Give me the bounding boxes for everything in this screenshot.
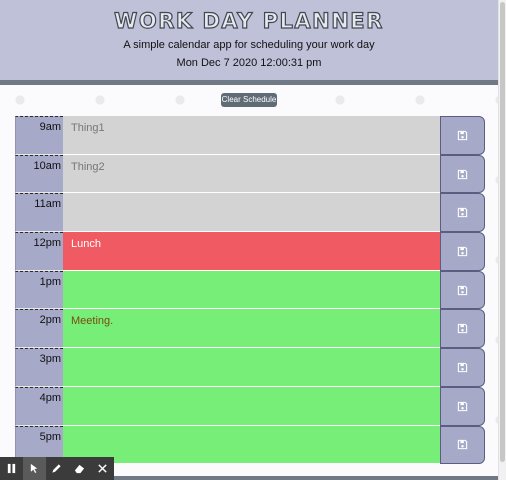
header-divider bbox=[0, 80, 498, 85]
save-button[interactable] bbox=[440, 386, 485, 426]
hour-label: 4pm bbox=[15, 386, 63, 426]
time-block: 10am Thing2 bbox=[15, 154, 485, 194]
hour-label: 11am bbox=[15, 193, 63, 233]
save-icon bbox=[457, 285, 468, 295]
time-block: 11am bbox=[15, 193, 485, 233]
time-block: 3pm bbox=[15, 348, 485, 387]
save-button[interactable] bbox=[440, 270, 485, 310]
eraser-icon bbox=[75, 464, 85, 474]
time-block: 12pm Lunch bbox=[15, 232, 485, 271]
description-input[interactable] bbox=[63, 348, 440, 387]
page-subtitle: A simple calendar app for scheduling you… bbox=[123, 39, 375, 51]
save-icon bbox=[457, 169, 468, 179]
save-icon bbox=[457, 401, 468, 411]
pen-tool-button[interactable] bbox=[46, 457, 69, 480]
pointer-tool-button[interactable] bbox=[22, 457, 46, 480]
save-icon bbox=[457, 246, 468, 257]
footer-bar bbox=[114, 476, 498, 480]
close-icon bbox=[98, 464, 107, 473]
description-input[interactable] bbox=[63, 425, 440, 465]
save-button[interactable] bbox=[440, 425, 485, 465]
save-button[interactable] bbox=[440, 309, 485, 349]
description-input[interactable] bbox=[63, 270, 440, 310]
save-icon bbox=[457, 130, 468, 141]
header: WORK DAY PLANNER A simple calendar app f… bbox=[0, 0, 498, 80]
save-button[interactable] bbox=[440, 154, 485, 194]
save-button[interactable] bbox=[440, 348, 485, 387]
description-input[interactable]: Thing2 bbox=[63, 154, 440, 194]
eraser-tool-button[interactable] bbox=[68, 457, 91, 480]
save-button[interactable] bbox=[440, 193, 485, 233]
description-input[interactable]: Meeting. bbox=[63, 309, 440, 349]
scrollbar-thumb[interactable] bbox=[500, 2, 505, 462]
description-input[interactable] bbox=[63, 386, 440, 426]
current-day: Mon Dec 7 2020 12:00:31 pm bbox=[176, 57, 322, 69]
scrollbar[interactable] bbox=[498, 0, 506, 480]
pause-icon bbox=[7, 463, 16, 474]
save-icon bbox=[457, 324, 468, 334]
hour-label: 12pm bbox=[15, 232, 63, 271]
schedule: 9am Thing1 10am Thing2 11am 12pm Lunch 1… bbox=[15, 116, 485, 465]
close-toolbar-button[interactable] bbox=[91, 457, 114, 480]
save-icon bbox=[457, 208, 468, 218]
hour-label: 2pm bbox=[15, 309, 63, 349]
save-button[interactable] bbox=[440, 232, 485, 271]
save-button[interactable] bbox=[440, 116, 485, 155]
clear-schedule-button[interactable]: Clear Schedule bbox=[221, 93, 277, 107]
time-block: 4pm bbox=[15, 386, 485, 426]
hour-label: 10am bbox=[15, 154, 63, 194]
hour-label: 3pm bbox=[15, 348, 63, 387]
time-block: 2pm Meeting. bbox=[15, 309, 485, 349]
save-icon bbox=[457, 362, 468, 373]
save-icon bbox=[457, 440, 468, 450]
pause-button[interactable] bbox=[0, 457, 23, 480]
hour-label: 9am bbox=[15, 116, 63, 155]
pen-icon bbox=[52, 464, 62, 473]
pointer-icon bbox=[30, 463, 37, 473]
description-input[interactable]: Thing1 bbox=[63, 116, 440, 155]
time-block: 9am Thing1 bbox=[15, 116, 485, 155]
page: WORK DAY PLANNER A simple calendar app f… bbox=[0, 0, 498, 480]
time-block: 1pm bbox=[15, 270, 485, 310]
description-input[interactable] bbox=[63, 193, 440, 233]
hour-label: 1pm bbox=[15, 270, 63, 310]
description-input[interactable]: Lunch bbox=[63, 232, 440, 271]
page-title: WORK DAY PLANNER bbox=[114, 8, 384, 33]
annotation-toolbar bbox=[0, 457, 114, 480]
